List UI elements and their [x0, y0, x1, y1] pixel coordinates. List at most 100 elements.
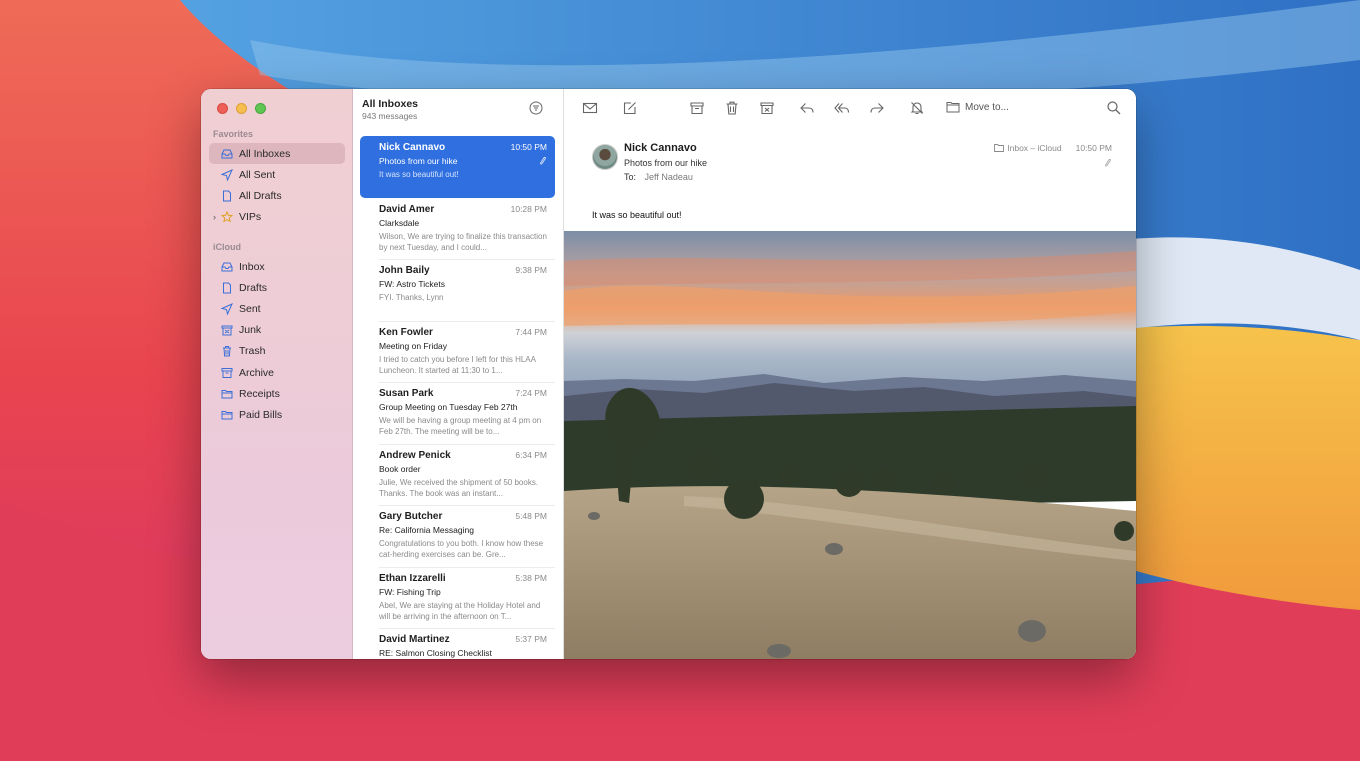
list-item[interactable]: Andrew Penick 6:34 PM Book order Julie, W…: [360, 444, 555, 506]
message-time: 7:24 PM: [515, 388, 547, 398]
message-time: 5:48 PM: [515, 511, 547, 521]
message-subject: FW: Astro Tickets: [379, 279, 445, 289]
toolbar: Move to...: [564, 89, 1136, 127]
message-subject: FW: Fishing Trip: [379, 587, 441, 597]
compose-icon[interactable]: [622, 100, 638, 116]
junk-icon: [221, 324, 233, 336]
sidebar-item-label: Paid Bills: [239, 408, 283, 421]
mailbox-indicator: Inbox – iCloud: [994, 143, 1062, 153]
message-header: Nick Cannavo Photos from our hike To: Je…: [592, 142, 1112, 192]
message-preview: Abel, We are staying at the Holiday Hote…: [379, 601, 541, 621]
archive-icon[interactable]: [689, 100, 705, 116]
minimize-button[interactable]: [236, 103, 247, 114]
sidebar-item-all-inboxes[interactable]: All Inboxes: [209, 143, 345, 164]
sidebar-item-trash[interactable]: Trash: [209, 340, 345, 361]
message-preview: It was so beautiful out!: [379, 170, 459, 179]
message-time: 10:28 PM: [510, 204, 547, 214]
sidebar-item-paid-bills[interactable]: Paid Bills: [209, 404, 345, 425]
message-preview: I tried to catch you before I left for t…: [379, 355, 536, 375]
sidebar-item-label: Inbox: [239, 260, 265, 273]
list-item[interactable]: John Baily 9:38 PM FW: Astro Tickets FYI.…: [360, 259, 555, 321]
inbox-tray-icon: [221, 261, 233, 273]
sidebar-item-label: Sent: [239, 302, 261, 315]
sidebar-item-inbox[interactable]: Inbox: [209, 256, 345, 277]
message-meta: Inbox – iCloud 10:50 PM: [994, 143, 1112, 153]
move-to-button[interactable]: Move to...: [946, 101, 1009, 113]
folder-icon: [221, 388, 233, 400]
zoom-button[interactable]: [255, 103, 266, 114]
message-sender: Ethan Izzarelli: [379, 573, 446, 584]
sender-name: Nick Cannavo: [624, 142, 697, 154]
trash-icon[interactable]: [724, 100, 740, 116]
move-to-label: Move to...: [965, 101, 1009, 113]
attached-landscape-photo[interactable]: [564, 231, 1136, 659]
message-subject: RE: Salmon Closing Checklist: [379, 648, 492, 658]
sidebar-item-junk[interactable]: Junk: [209, 319, 345, 340]
message-sender: Gary Butcher: [379, 511, 443, 522]
message-time: 5:38 PM: [515, 573, 547, 583]
message-preview: Julie, We received the shipment of 50 bo…: [379, 478, 539, 498]
sidebar-item-sent[interactable]: Sent: [209, 298, 345, 319]
sidebar: Favorites All Inboxes All Sent All Draft…: [201, 89, 353, 659]
message-time: 6:34 PM: [515, 450, 547, 460]
document-icon: [221, 282, 233, 294]
message-subject: Group Meeting on Tuesday Feb 27th: [379, 402, 518, 412]
sidebar-item-label: Drafts: [239, 281, 268, 294]
paper-plane-icon: [221, 168, 233, 181]
paper-plane-icon: [221, 302, 233, 315]
chevron-right-icon[interactable]: ›: [213, 212, 216, 222]
list-item[interactable]: Ethan Izzarelli 5:38 PM FW: Fishing Trip …: [360, 567, 555, 629]
inbox-tray-icon: [221, 148, 233, 160]
reply-icon[interactable]: [799, 100, 815, 116]
paperclip-icon: [1105, 158, 1111, 167]
sidebar-item-drafts[interactable]: Drafts: [209, 277, 345, 298]
star-icon: [221, 210, 233, 223]
recipient-name[interactable]: Jeff Nadeau: [645, 172, 693, 182]
message-sender: David Martinez: [379, 634, 450, 645]
forward-icon[interactable]: [869, 100, 885, 116]
message-time: 9:38 PM: [515, 265, 547, 275]
sidebar-item-label: All Sent: [239, 168, 276, 181]
trash-icon: [221, 345, 233, 357]
message-time: 10:50 PM: [1075, 143, 1112, 153]
list-item[interactable]: Susan Park 7:24 PM Group Meeting on Tuesd…: [360, 382, 555, 444]
message-sender: John Baily: [379, 265, 430, 276]
icloud-section-label: iCloud: [213, 242, 241, 252]
list-header: All Inboxes 943 messages: [362, 98, 418, 121]
list-item[interactable]: David Amer 10:28 PM Clarksdale Wilson, We…: [360, 198, 555, 260]
sidebar-item-receipts[interactable]: Receipts: [209, 383, 345, 404]
list-item[interactable]: Gary Butcher 5:48 PM Re: California Messa…: [360, 505, 555, 567]
window-controls: [217, 103, 266, 114]
search-icon[interactable]: [1106, 100, 1122, 116]
filter-icon[interactable]: [529, 101, 543, 115]
document-icon: [221, 190, 233, 202]
sidebar-item-vips[interactable]: › VIPs: [209, 206, 345, 227]
sidebar-item-label: Archive: [239, 366, 275, 379]
message-sender: Nick Cannavo: [379, 142, 446, 153]
message-count: 943 messages: [362, 111, 418, 121]
message-sender: Ken Fowler: [379, 327, 433, 338]
close-button[interactable]: [217, 103, 228, 114]
message-subject: Book order: [379, 464, 421, 474]
junk-icon[interactable]: [759, 100, 775, 116]
mailbox-name: Inbox – iCloud: [1007, 143, 1062, 153]
sidebar-item-label: Junk: [239, 323, 262, 336]
message-preview: FYI. Thanks, Lynn: [379, 293, 444, 302]
sidebar-item-all-drafts[interactable]: All Drafts: [209, 185, 345, 206]
reading-pane: Move to... Nick Cannavo Photos from our …: [564, 89, 1136, 659]
avatar: [592, 144, 618, 170]
get-mail-icon[interactable]: [582, 100, 598, 116]
sidebar-item-label: All Drafts: [239, 189, 282, 202]
list-item[interactable]: David Martinez 5:37 PM RE: Salmon Closing…: [360, 628, 555, 659]
message-subject: Clarksdale: [379, 218, 420, 228]
list-item[interactable]: Ken Fowler 7:44 PM Meeting on Friday I tr…: [360, 321, 555, 383]
mail-window: Favorites All Inboxes All Sent All Draft…: [201, 89, 1136, 659]
sidebar-item-all-sent[interactable]: All Sent: [209, 164, 345, 185]
message-sender: David Amer: [379, 204, 435, 215]
reply-all-icon[interactable]: [834, 100, 850, 116]
mute-bell-icon[interactable]: [909, 100, 925, 116]
sidebar-item-archive[interactable]: Archive: [209, 362, 345, 383]
list-item[interactable]: Nick Cannavo 10:50 PM Photos from our hik…: [360, 136, 555, 198]
message-subject: Re: California Messaging: [379, 525, 474, 535]
message-preview: Congratulations to you both. I know how …: [379, 539, 544, 559]
